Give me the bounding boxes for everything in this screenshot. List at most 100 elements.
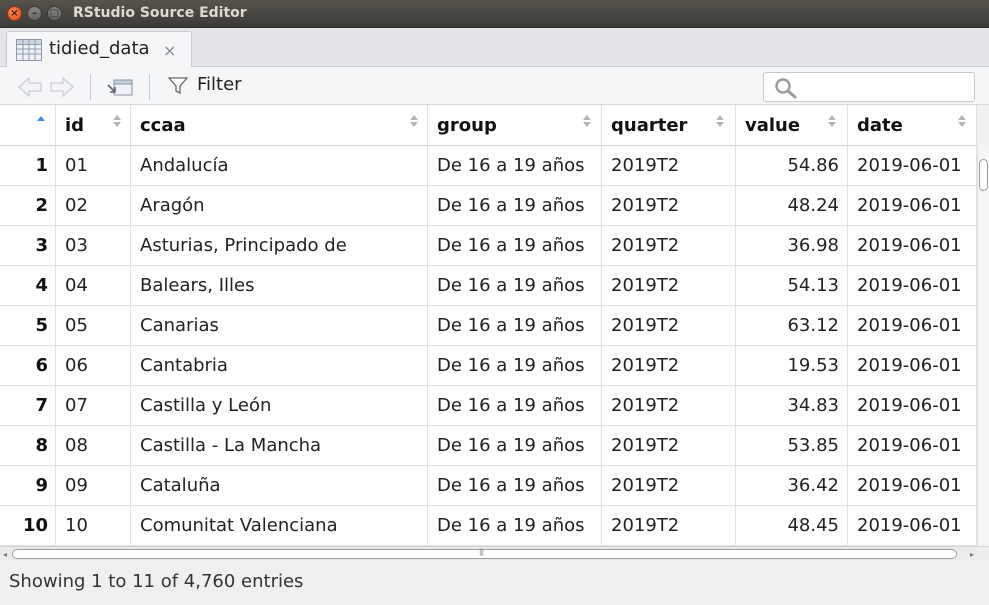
cell-ccaa: Castilla - La Mancha (131, 426, 428, 466)
table-icon (16, 39, 42, 61)
sort-icon (583, 115, 591, 127)
grip-icon: ||| (479, 548, 484, 556)
column-header-rownames[interactable] (0, 105, 56, 146)
toolbar: Filter (0, 67, 989, 105)
cell-id: 07 (56, 386, 131, 426)
column-header-ccaa[interactable]: ccaa (131, 105, 428, 146)
cell-quarter: 2019T2 (602, 146, 736, 186)
cell-value: 48.24 (736, 186, 848, 226)
row-number: 5 (0, 306, 56, 346)
column-header-label: date (857, 115, 903, 136)
data-table: id ccaa group quarter value date 1 01 An… (0, 105, 977, 546)
cell-ccaa: Andalucía (131, 146, 428, 186)
cell-date: 2019-06-01 (848, 506, 977, 546)
row-number: 1 (0, 146, 56, 186)
window-maximize-button[interactable]: □ (47, 6, 62, 21)
cell-group: De 16 a 19 años (428, 346, 602, 386)
sort-icon (958, 115, 966, 127)
table-row: 7 07 Castilla y León De 16 a 19 años 201… (0, 386, 977, 426)
cell-group: De 16 a 19 años (428, 266, 602, 306)
cell-group: De 16 a 19 años (428, 506, 602, 546)
tab-tidied-data[interactable]: tidied_data × (6, 31, 192, 68)
column-header-date[interactable]: date (848, 105, 977, 146)
column-header-label: ccaa (140, 115, 186, 136)
column-header-label: id (65, 115, 85, 136)
cell-ccaa: Comunitat Valenciana (131, 506, 428, 546)
cell-id: 03 (56, 226, 131, 266)
horizontal-scroll-thumb[interactable]: ||| (12, 548, 957, 559)
sort-icon (410, 115, 418, 127)
cell-id: 02 (56, 186, 131, 226)
row-number: 9 (0, 466, 56, 506)
horizontal-scrollbar[interactable]: ◂ ||| ▸ (0, 546, 989, 560)
forward-arrow-icon[interactable] (48, 76, 76, 98)
filter-icon[interactable] (168, 77, 188, 95)
cell-group: De 16 a 19 años (428, 226, 602, 266)
cell-id: 10 (56, 506, 131, 546)
window-minimize-button[interactable]: – (27, 6, 42, 21)
cell-id: 04 (56, 266, 131, 306)
filter-button[interactable]: Filter (197, 74, 242, 95)
cell-value: 53.85 (736, 426, 848, 466)
cell-ccaa: Balears, Illes (131, 266, 428, 306)
table-row: 9 09 Cataluña De 16 a 19 años 2019T2 36.… (0, 466, 977, 506)
cell-quarter: 2019T2 (602, 186, 736, 226)
cell-ccaa: Asturias, Principado de (131, 226, 428, 266)
cell-id: 06 (56, 346, 131, 386)
column-header-label: value (745, 115, 801, 136)
scroll-right-icon[interactable]: ▸ (970, 550, 974, 559)
table-row: 4 04 Balears, Illes De 16 a 19 años 2019… (0, 266, 977, 306)
row-number: 2 (0, 186, 56, 226)
row-number: 4 (0, 266, 56, 306)
maximize-icon: □ (49, 7, 60, 19)
minimize-icon: – (32, 7, 37, 19)
cell-id: 08 (56, 426, 131, 466)
window-close-button[interactable]: × (7, 6, 22, 21)
vertical-scroll-thumb[interactable] (979, 159, 988, 191)
cell-value: 48.45 (736, 506, 848, 546)
cell-date: 2019-06-01 (848, 266, 977, 306)
table-row: 3 03 Asturias, Principado de De 16 a 19 … (0, 226, 977, 266)
table-row: 5 05 Canarias De 16 a 19 años 2019T2 63.… (0, 306, 977, 346)
close-icon: × (10, 7, 19, 19)
cell-value: 54.13 (736, 266, 848, 306)
search-icon (775, 78, 797, 99)
cell-date: 2019-06-01 (848, 466, 977, 506)
popout-window-icon[interactable] (106, 76, 134, 98)
column-header-quarter[interactable]: quarter (602, 105, 736, 146)
cell-value: 54.86 (736, 146, 848, 186)
column-header-label: quarter (611, 115, 688, 136)
cell-group: De 16 a 19 años (428, 426, 602, 466)
scroll-left-icon[interactable]: ◂ (3, 550, 7, 559)
table-header: id ccaa group quarter value date (0, 105, 977, 146)
cell-value: 34.83 (736, 386, 848, 426)
cell-value: 36.42 (736, 466, 848, 506)
tab-close-icon[interactable]: × (163, 41, 176, 60)
tab-label: tidied_data (49, 38, 150, 59)
vertical-scrollbar[interactable] (977, 145, 989, 546)
entries-info: Showing 1 to 11 of 4,760 entries (9, 571, 304, 592)
table-row: 8 08 Castilla - La Mancha De 16 a 19 año… (0, 426, 977, 466)
cell-value: 36.98 (736, 226, 848, 266)
table-row: 6 06 Cantabria De 16 a 19 años 2019T2 19… (0, 346, 977, 386)
column-header-value[interactable]: value (736, 105, 848, 146)
cell-group: De 16 a 19 años (428, 186, 602, 226)
table-row: 2 02 Aragón De 16 a 19 años 2019T2 48.24… (0, 186, 977, 226)
status-bar: Showing 1 to 11 of 4,760 entries (0, 560, 989, 605)
cell-date: 2019-06-01 (848, 146, 977, 186)
search-input[interactable] (763, 72, 975, 102)
cell-date: 2019-06-01 (848, 306, 977, 346)
cell-value: 63.12 (736, 306, 848, 346)
sort-icon (716, 115, 724, 127)
column-header-group[interactable]: group (428, 105, 602, 146)
cell-quarter: 2019T2 (602, 386, 736, 426)
column-header-id[interactable]: id (56, 105, 131, 146)
back-arrow-icon[interactable] (16, 76, 44, 98)
toolbar-separator (149, 74, 150, 100)
sort-asc-icon (37, 116, 45, 121)
cell-group: De 16 a 19 años (428, 466, 602, 506)
row-number: 10 (0, 506, 56, 546)
cell-quarter: 2019T2 (602, 266, 736, 306)
cell-value: 19.53 (736, 346, 848, 386)
cell-quarter: 2019T2 (602, 306, 736, 346)
